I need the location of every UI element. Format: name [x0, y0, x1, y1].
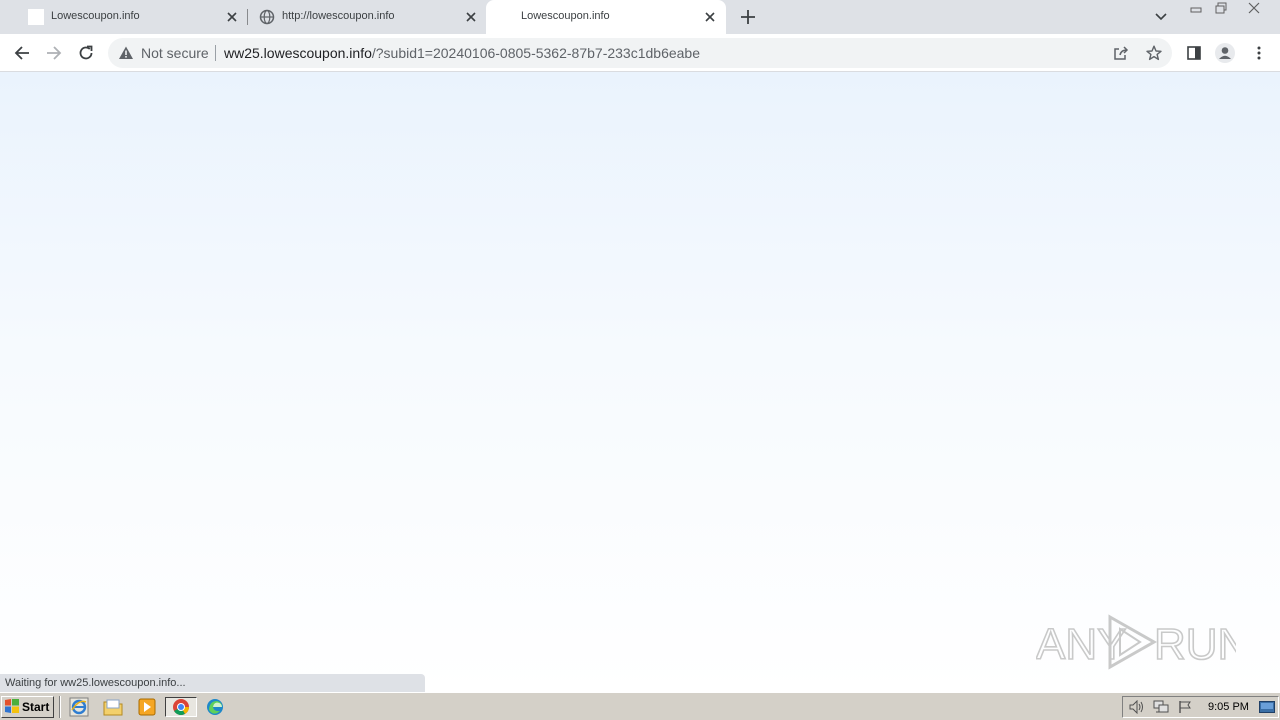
warning-icon[interactable]	[118, 45, 134, 61]
restore-button[interactable]	[1210, 1, 1232, 15]
share-icon[interactable]	[1112, 44, 1130, 62]
action-center-flag-icon[interactable]	[1174, 697, 1196, 717]
avatar-icon	[1215, 43, 1235, 63]
status-bubble: Waiting for ww25.lowescoupon.info...	[0, 674, 425, 692]
svg-text:RUN: RUN	[1154, 620, 1236, 669]
windows-taskbar: Start 9:05 PM	[0, 692, 1280, 720]
clock[interactable]: 9:05 PM	[1208, 701, 1249, 713]
arrow-right-icon	[47, 46, 62, 60]
globe-icon	[259, 9, 275, 25]
start-label: Start	[22, 700, 50, 714]
network-icon[interactable]	[1150, 697, 1172, 717]
taskbar-divider	[59, 696, 61, 718]
close-icon[interactable]	[463, 9, 479, 25]
anyrun-watermark-logo: ANY RUN	[1035, 609, 1250, 675]
side-panel-button[interactable]	[1183, 42, 1205, 64]
svg-text:ANY: ANY	[1036, 620, 1126, 669]
chrome-icon	[173, 699, 189, 715]
bookmark-star-icon[interactable]	[1145, 44, 1163, 62]
tab-title: http://lowescoupon.info	[282, 10, 395, 22]
tab-lowescoupon-active[interactable]: Lowescoupon.info	[486, 0, 726, 34]
edge-icon[interactable]	[200, 697, 230, 717]
tab-search-button[interactable]	[1152, 8, 1170, 26]
tab-strip: Lowescoupon.info http://lowescoupon.info…	[0, 0, 1280, 34]
internet-explorer-icon[interactable]	[64, 697, 94, 717]
close-icon[interactable]	[224, 9, 240, 25]
chevron-down-icon	[1155, 13, 1167, 21]
media-player-icon[interactable]	[132, 697, 162, 717]
tab-title: Lowescoupon.info	[51, 10, 140, 22]
window-close-button[interactable]	[1243, 1, 1265, 15]
tab-title: Lowescoupon.info	[521, 10, 610, 22]
speaker-icon[interactable]	[1126, 697, 1148, 717]
url-text[interactable]: ww25.lowescoupon.info/?subid1=20240106-0…	[224, 45, 700, 61]
plus-icon	[741, 10, 755, 24]
chrome-taskbar-button[interactable]	[165, 697, 197, 717]
show-desktop-icon[interactable]	[1256, 697, 1278, 717]
address-bar[interactable]: Not secure ww25.lowescoupon.info/?subid1…	[108, 38, 1172, 68]
divider	[215, 45, 216, 61]
windows-logo-icon	[5, 698, 19, 716]
url-path: /?subid1=20240106-0805-5362-87b7-233c1db…	[371, 45, 700, 61]
file-explorer-icon[interactable]	[98, 697, 128, 717]
tab-lowescoupon-2[interactable]: http://lowescoupon.info	[248, 0, 486, 34]
forward-button[interactable]	[43, 42, 65, 64]
new-tab-button[interactable]	[738, 7, 758, 27]
tab-lowescoupon-1[interactable]: Lowescoupon.info	[8, 0, 246, 34]
profile-button[interactable]	[1214, 42, 1236, 64]
security-status-label[interactable]: Not secure	[141, 45, 209, 61]
minimize-icon	[1190, 7, 1202, 13]
reload-icon	[79, 45, 93, 60]
browser-toolbar: Not secure ww25.lowescoupon.info/?subid1…	[0, 34, 1280, 72]
start-button[interactable]: Start	[1, 696, 54, 718]
page-content: ANY RUN Waiting for ww25.lowescoupon.inf…	[0, 72, 1280, 692]
restore-icon	[1215, 2, 1227, 14]
minimize-button[interactable]	[1185, 1, 1207, 15]
arrow-left-icon	[14, 46, 29, 60]
close-icon	[1248, 2, 1260, 14]
blank-page-icon	[28, 9, 44, 25]
reload-button[interactable]	[75, 42, 97, 64]
close-icon[interactable]	[702, 9, 718, 25]
kebab-menu-icon	[1257, 46, 1261, 60]
menu-button[interactable]	[1248, 42, 1270, 64]
url-host: ww25.lowescoupon.info	[224, 45, 372, 61]
back-button[interactable]	[11, 42, 33, 64]
side-panel-icon	[1187, 46, 1201, 60]
